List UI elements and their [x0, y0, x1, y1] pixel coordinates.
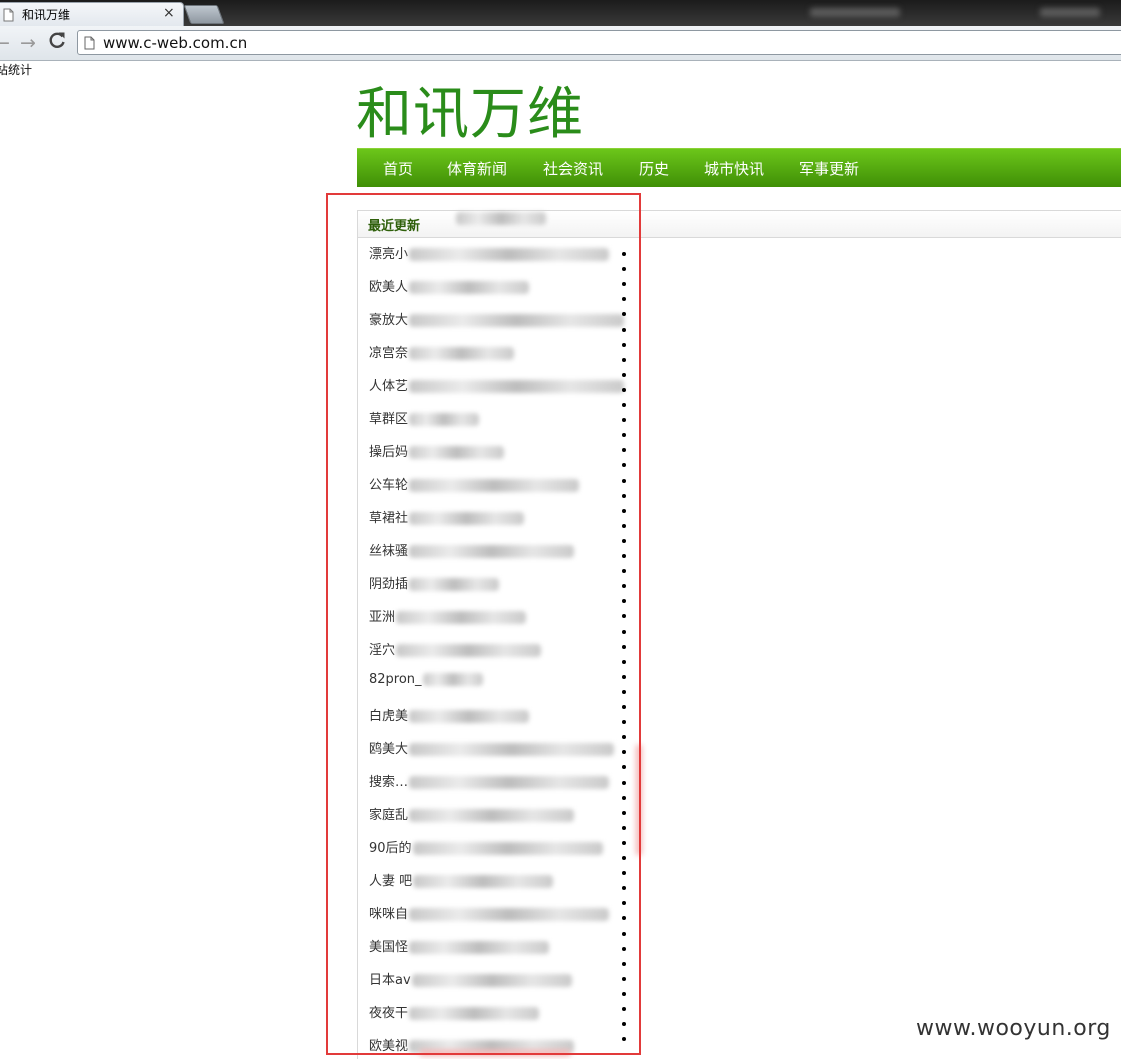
nav-item-history[interactable]: 历史	[639, 158, 669, 179]
tab-strip: 和讯万维 ×	[0, 0, 1121, 26]
nav-item-city[interactable]: 城市快讯	[704, 158, 764, 179]
nav-item-home[interactable]: 首页	[383, 158, 413, 179]
back-arrow-icon[interactable]: ←	[0, 32, 10, 54]
new-tab-button[interactable]	[183, 5, 225, 24]
tab-title: 和讯万维	[22, 8, 71, 22]
blurred-window-controls	[1040, 8, 1100, 17]
address-bar[interactable]: www.c-web.com.cn	[77, 30, 1121, 55]
reload-icon[interactable]	[48, 30, 66, 55]
blurred-window-title	[810, 8, 900, 17]
browser-toolbar: ← → www.c-web.com.cn	[0, 26, 1121, 61]
page-icon	[3, 7, 14, 26]
nav-item-military[interactable]: 军事更新	[799, 158, 859, 179]
highlight-box	[326, 193, 641, 1055]
close-tab-icon[interactable]: ×	[163, 5, 175, 21]
site-logo[interactable]: 和讯万维	[356, 82, 584, 148]
nav-item-society[interactable]: 社会资讯	[543, 158, 603, 179]
page-icon	[84, 35, 95, 54]
nav-item-sports[interactable]: 体育新闻	[447, 158, 507, 179]
browser-tab[interactable]: 和讯万维 ×	[0, 2, 184, 26]
forward-arrow-icon[interactable]: →	[20, 32, 36, 54]
url-text: www.c-web.com.cn	[103, 34, 248, 52]
watermark: www.wooyun.org	[916, 1016, 1111, 1041]
main-nav: 首页 体育新闻 社会资讯 历史 城市快讯 军事更新	[357, 148, 1121, 187]
site-stat-link[interactable]: 站统计	[0, 61, 32, 78]
